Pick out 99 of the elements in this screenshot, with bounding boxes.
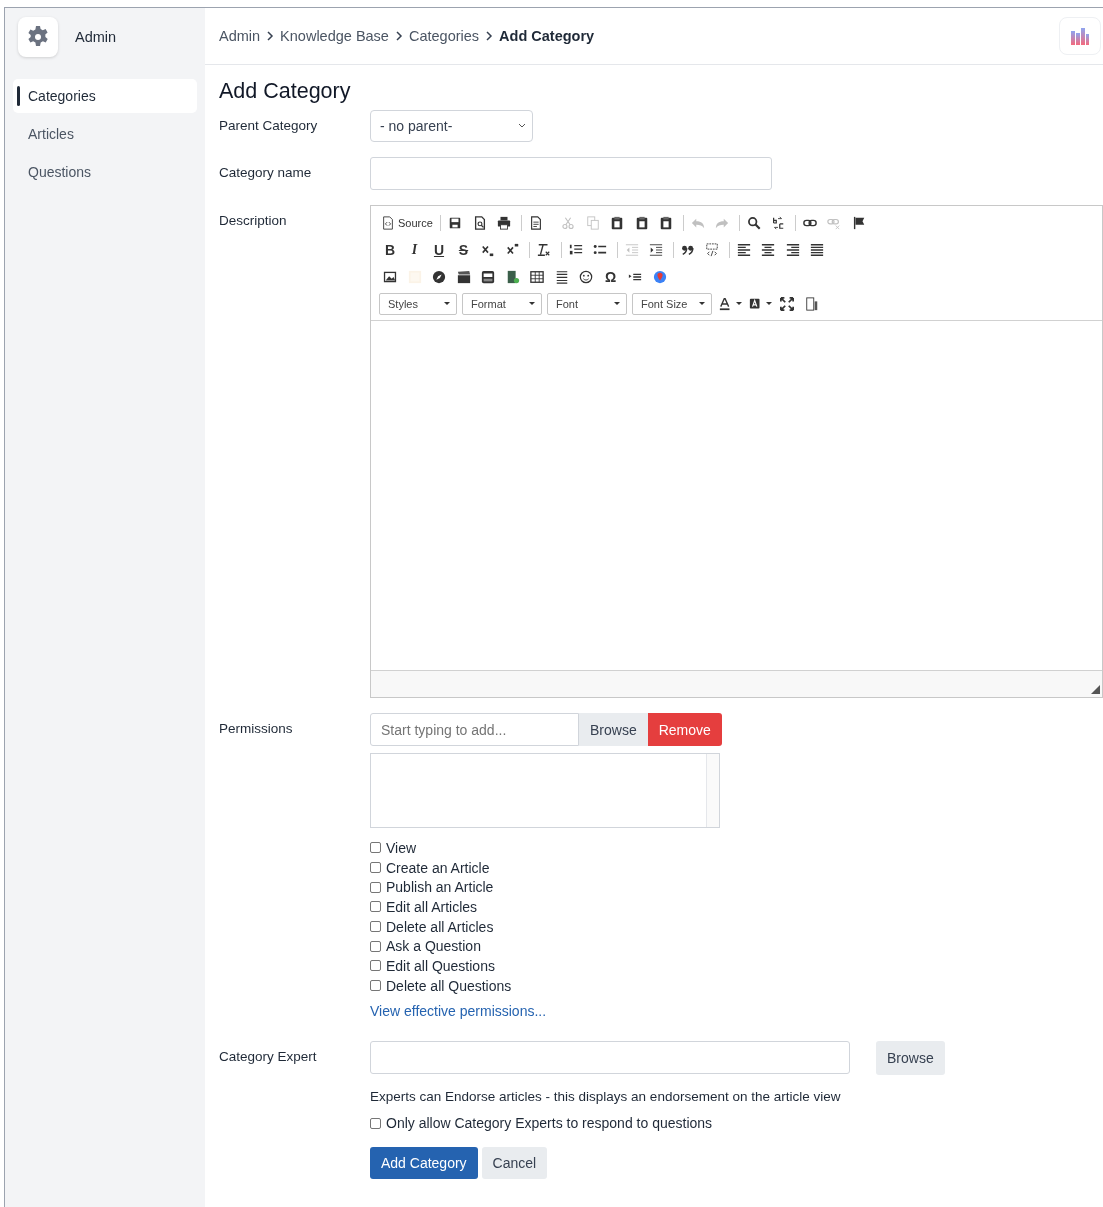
clapperboard-icon	[456, 269, 471, 284]
checkbox-label: Delete all Questions	[386, 977, 512, 994]
video-tile-icon	[481, 269, 495, 284]
chevron-icon	[485, 31, 494, 41]
search-icon	[746, 215, 761, 230]
align-center-icon	[761, 242, 775, 257]
indent-icon	[649, 242, 663, 257]
page-title: Add Category	[219, 79, 352, 104]
breadcrumb-link[interactable]: Categories	[408, 28, 480, 44]
image-icon	[383, 269, 397, 284]
toolbar-dropdown[interactable]: Font	[547, 292, 627, 315]
sidebar-item[interactable]: Categories	[13, 79, 197, 113]
remove-button[interactable]: Remove	[647, 713, 722, 746]
replace-icon	[771, 215, 786, 230]
checkbox-label: Delete all Articles	[386, 918, 494, 935]
clipboard-icon	[659, 215, 674, 230]
browse-button[interactable]: Browse	[876, 1040, 945, 1075]
text-color-icon	[719, 296, 733, 311]
breadcrumb-link[interactable]: Knowledge Base	[280, 28, 389, 44]
field-label: Category Expert	[219, 1047, 318, 1066]
app-title: Admin	[75, 28, 117, 45]
map-pin-icon	[652, 269, 667, 284]
clipboard-icon	[634, 215, 649, 230]
checkbox-label: Create an Article	[386, 859, 490, 876]
document-icon	[528, 215, 543, 230]
toolbar-button[interactable]: U	[428, 238, 450, 261]
chevron-icon	[266, 31, 275, 41]
align-left-icon	[736, 242, 751, 257]
checkbox[interactable]	[370, 842, 381, 854]
field-label: Category name	[219, 164, 313, 182]
media-icon	[505, 269, 520, 284]
superscript-icon	[505, 242, 520, 257]
scissors-icon	[561, 215, 576, 230]
checkbox[interactable]	[370, 1117, 381, 1129]
help-text: Experts can Endorse articles - this displays an endorsement on the article view	[370, 1088, 842, 1104]
checkbox[interactable]	[370, 862, 381, 874]
sidebar-item[interactable]: Questions	[13, 155, 197, 189]
category-expert-field[interactable]	[370, 1040, 850, 1074]
effective-permissions-link[interactable]: View effective permissions...	[370, 1002, 547, 1019]
breadcrumb-link[interactable]: Admin	[219, 28, 261, 44]
sidebar-item[interactable]: Articles	[13, 117, 197, 151]
checkbox[interactable]	[370, 901, 381, 913]
toolbar-dropdown[interactable]: Styles	[379, 292, 457, 315]
checkbox[interactable]	[370, 940, 381, 952]
code-block-icon	[705, 242, 719, 257]
bulleted-list-icon	[593, 242, 607, 257]
field-label: Permissions	[219, 720, 294, 738]
justify-icon	[810, 242, 824, 257]
clear-format-icon	[537, 242, 551, 257]
background-color-icon	[748, 296, 763, 311]
checkbox[interactable]	[370, 960, 381, 972]
toolbar-button[interactable]: I	[403, 238, 426, 261]
compass-icon	[432, 269, 446, 284]
toolbar-button[interactable]: B	[379, 238, 401, 261]
checkbox-label: Ask a Question	[386, 938, 481, 955]
breadcrumb-current: Add Category	[499, 28, 595, 44]
bar-chart-icon	[1069, 25, 1091, 47]
lines-icon	[554, 269, 569, 284]
parent-category-select[interactable]: - no parent-	[370, 110, 533, 142]
add-category-button[interactable]: Add Category	[370, 1147, 478, 1180]
chevron-icon	[394, 31, 403, 41]
gear-icon	[26, 24, 50, 49]
table-icon	[530, 269, 544, 284]
align-right-icon	[785, 242, 800, 257]
toolbar-dropdown[interactable]: Format	[462, 292, 542, 315]
toolbar-button[interactable]: S	[452, 238, 475, 261]
checkbox-label: View	[386, 839, 417, 856]
smiley-icon	[579, 269, 593, 284]
flag-icon	[851, 215, 866, 230]
cancel-button[interactable]: Cancel	[481, 1147, 548, 1180]
toolbar-button[interactable]: Ω	[599, 265, 622, 288]
checkbox-label: Edit all Questions	[386, 957, 495, 974]
resize-handle-icon[interactable]	[1091, 685, 1100, 694]
checkbox[interactable]	[370, 921, 381, 933]
checkbox-label: Edit all Articles	[386, 898, 478, 915]
clipboard-icon	[610, 215, 625, 230]
browse-button[interactable]: Browse	[579, 713, 648, 746]
outdent-icon	[624, 242, 639, 257]
header-button[interactable]	[1059, 17, 1101, 55]
toolbar-dropdown[interactable]: Font Size	[632, 292, 712, 315]
maximize-icon	[780, 296, 794, 311]
page-magnifier-icon	[472, 215, 487, 230]
show-blocks-icon	[804, 296, 819, 311]
copy-icon	[585, 215, 600, 230]
source-button[interactable]: Source	[379, 211, 435, 234]
source-icon	[381, 215, 395, 230]
checkbox-label: Publish an Article	[386, 879, 494, 896]
checkbox[interactable]	[370, 980, 381, 992]
category-name-field[interactable]	[370, 157, 772, 190]
checkbox-label: Only allow Category Experts to respond to questions	[386, 1115, 713, 1132]
numbered-list-icon	[568, 242, 583, 257]
permissions-search-field[interactable]: Start typing to add...	[370, 713, 579, 746]
printer-icon	[497, 215, 512, 230]
checkbox[interactable]	[370, 881, 381, 893]
blank-tile-icon	[407, 269, 422, 284]
field-label: Description	[219, 212, 288, 230]
logo-tile[interactable]	[18, 16, 58, 57]
chevron-down-icon	[518, 123, 526, 129]
field-label: Parent Category	[219, 117, 319, 135]
